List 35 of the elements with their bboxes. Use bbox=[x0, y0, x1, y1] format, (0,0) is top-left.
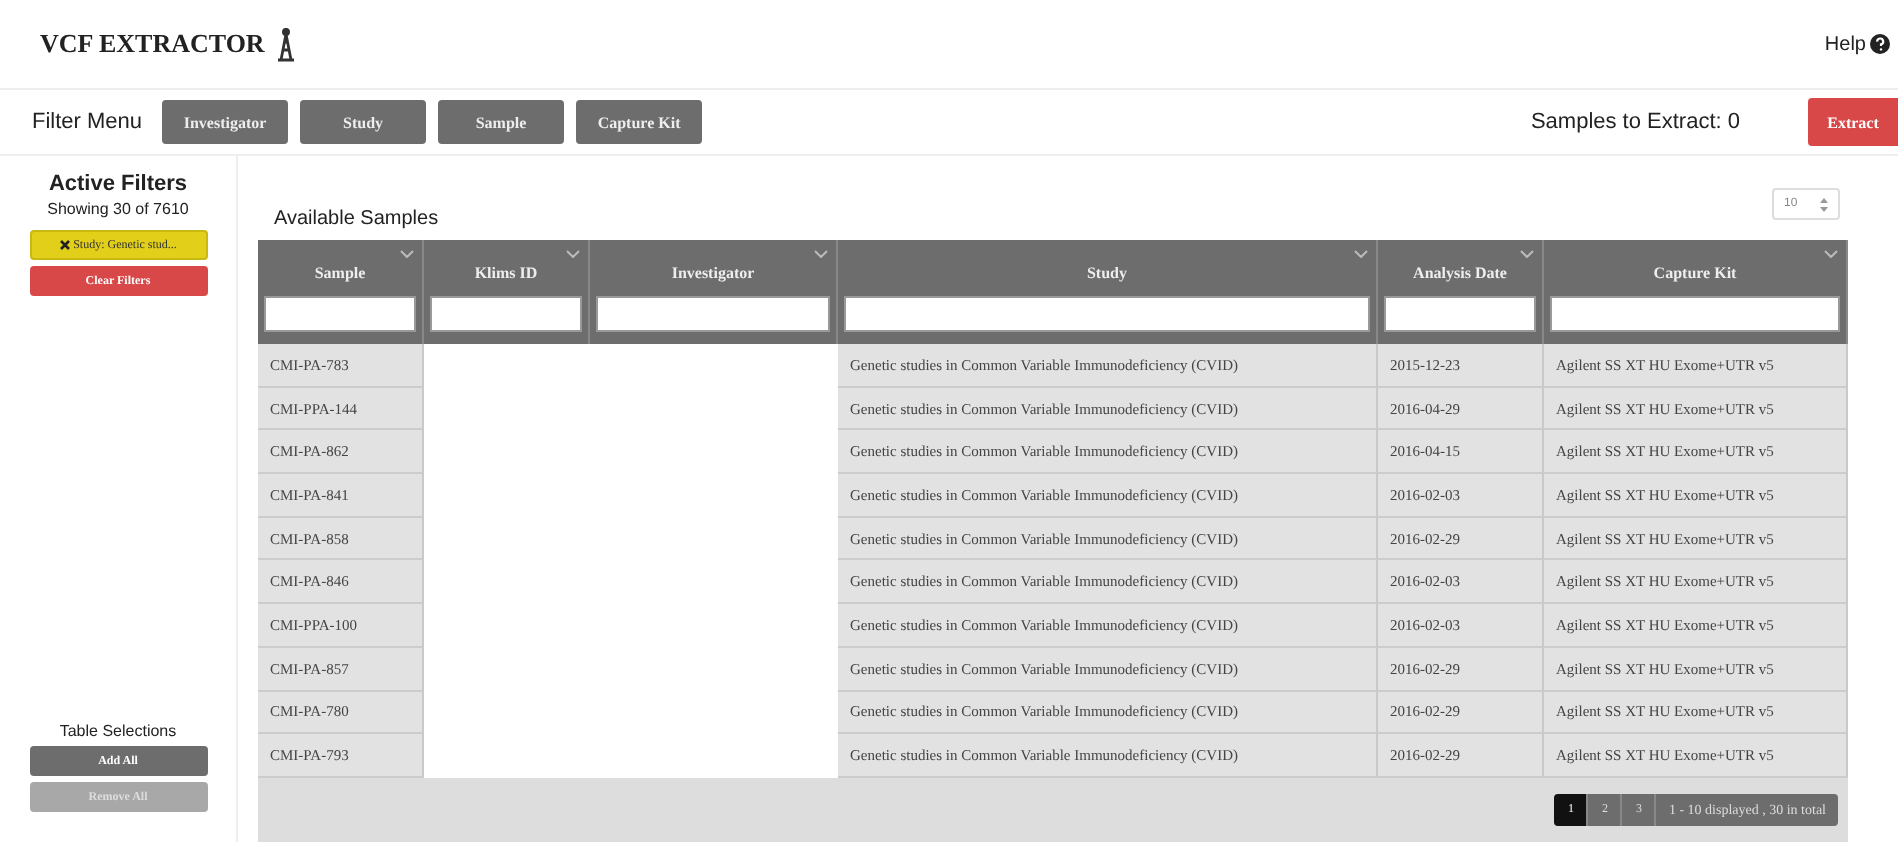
chevron-icon bbox=[1354, 250, 1368, 258]
column-filter-field[interactable] bbox=[1384, 296, 1536, 332]
column-filter-field[interactable] bbox=[264, 296, 416, 332]
column-header[interactable]: Study bbox=[838, 240, 1378, 344]
chevron-icon bbox=[566, 250, 580, 258]
samples-to-extract: Samples to Extract: 0 bbox=[1530, 110, 1740, 134]
help-link[interactable]: Help bbox=[1824, 33, 1890, 55]
column-header[interactable]: Capture Kit bbox=[1544, 240, 1848, 344]
active-filters-title: Active Filters bbox=[48, 172, 188, 196]
column-header[interactable]: Klims ID bbox=[424, 240, 590, 344]
column-filter-field[interactable] bbox=[596, 296, 830, 332]
showing-count: Showing 30 of 7610 bbox=[47, 200, 189, 218]
app-title: VCF EXTRACTOR bbox=[40, 28, 265, 60]
filter-menu-label: Filter Menu bbox=[32, 110, 143, 134]
column-header[interactable]: Analysis Date bbox=[1378, 240, 1544, 344]
filter-button[interactable]: Capture Kit bbox=[576, 100, 703, 144]
column-filter-field[interactable] bbox=[1550, 296, 1840, 332]
extract-button[interactable]: Extract bbox=[1808, 98, 1898, 146]
table-title: Available Samples bbox=[274, 208, 439, 230]
column-filter-field[interactable] bbox=[844, 296, 1370, 332]
column-header[interactable]: Investigator bbox=[590, 240, 838, 344]
filter-button[interactable]: Investigator bbox=[162, 100, 289, 144]
filter-button[interactable]: Study bbox=[300, 100, 427, 144]
close-icon bbox=[59, 240, 70, 250]
chevron-icon bbox=[1520, 250, 1534, 258]
table-selections-title: Table Selections bbox=[59, 722, 177, 740]
filter-button[interactable]: Sample bbox=[438, 100, 565, 144]
tower-icon bbox=[274, 26, 299, 62]
column-header[interactable]: Sample bbox=[258, 240, 424, 344]
sort-icon bbox=[1820, 197, 1828, 211]
chevron-icon bbox=[814, 250, 828, 258]
help-icon bbox=[1870, 34, 1890, 54]
column-filter-field[interactable] bbox=[430, 296, 582, 332]
chevron-icon bbox=[400, 250, 414, 258]
chevron-icon bbox=[1824, 250, 1838, 258]
